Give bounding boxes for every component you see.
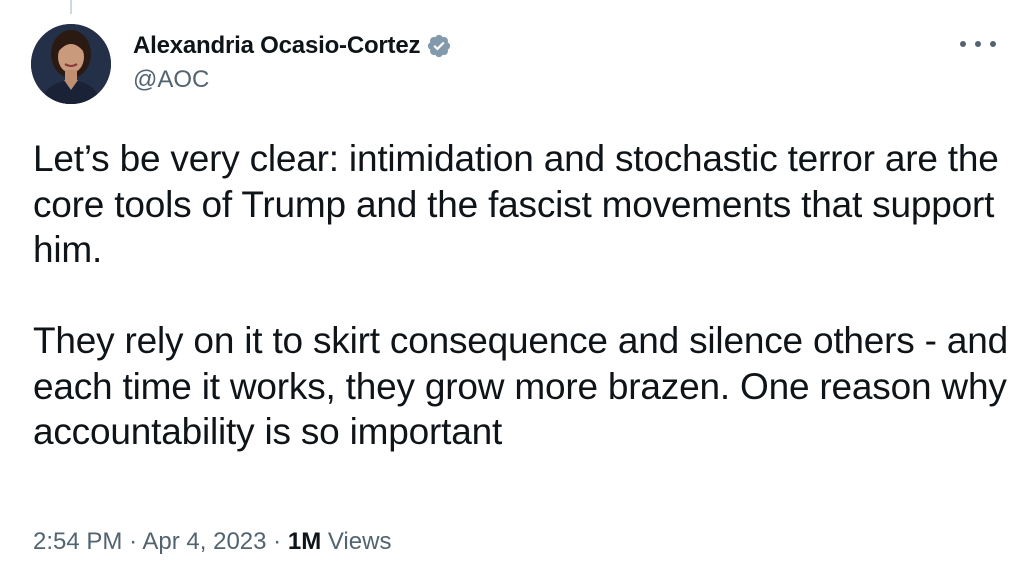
tweet-date[interactable]: Apr 4, 2023 xyxy=(142,528,266,555)
profile-photo-avatar xyxy=(31,24,111,104)
tweet-paragraph: They rely on it to skirt consequence and… xyxy=(33,320,1009,452)
more-options-icon[interactable] xyxy=(960,34,996,54)
views-label: Views xyxy=(327,528,392,555)
thread-connector-line xyxy=(70,0,72,14)
tweet-header: Alexandria Ocasio-Cortez @AOC xyxy=(133,30,452,94)
meta-separator: · xyxy=(129,528,138,555)
name-row: Alexandria Ocasio-Cortez xyxy=(133,30,452,62)
tweet-time[interactable]: 2:54 PM xyxy=(33,528,122,555)
tweet-body: Let’s be very clear: intimidation and st… xyxy=(33,136,1008,455)
verified-badge-icon[interactable] xyxy=(426,33,452,59)
more-dot xyxy=(960,41,966,47)
tweet-metadata: 2:54 PM · Apr 4, 2023 · 1M Views xyxy=(33,528,391,556)
author-handle[interactable]: @AOC xyxy=(133,66,452,94)
views-count[interactable]: 1M xyxy=(288,528,321,555)
tweet-paragraph: Let’s be very clear: intimidation and st… xyxy=(33,138,999,270)
meta-separator: · xyxy=(273,528,282,555)
more-dot xyxy=(975,41,981,47)
avatar[interactable] xyxy=(31,24,111,104)
author-display-name[interactable]: Alexandria Ocasio-Cortez xyxy=(133,32,420,60)
more-dot xyxy=(990,41,996,47)
